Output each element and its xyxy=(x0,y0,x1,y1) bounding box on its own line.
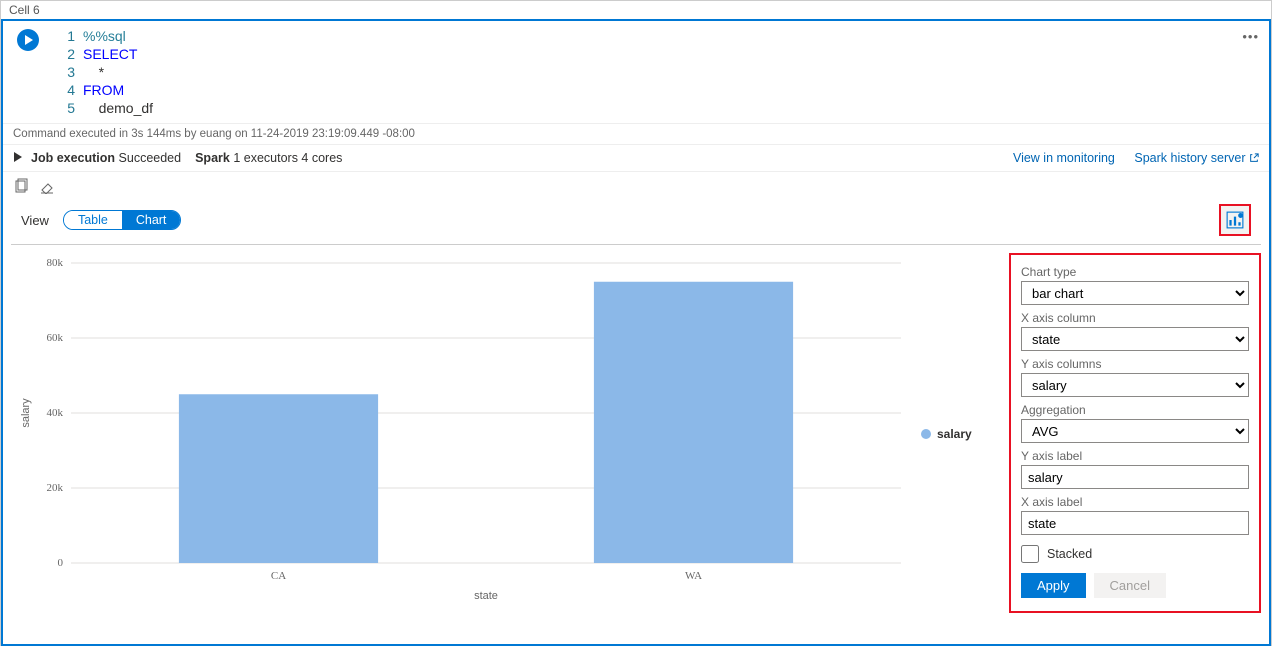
more-menu-button[interactable]: ••• xyxy=(1242,29,1259,44)
svg-text:40k: 40k xyxy=(47,407,64,419)
stacked-label: Stacked xyxy=(1047,547,1092,561)
job-execution-status: Succeeded xyxy=(119,151,182,165)
chart-area: 0 20k 40k 60k 80k CA WA state salary xyxy=(11,253,921,615)
apply-button[interactable]: Apply xyxy=(1021,573,1086,598)
view-table-tab[interactable]: Table xyxy=(64,211,122,229)
y-axis-label-label: Y axis label xyxy=(1021,449,1249,463)
svg-text:0: 0 xyxy=(58,557,64,569)
x-axis-column-label: X axis column xyxy=(1021,311,1249,325)
chart-config-icon xyxy=(1226,211,1244,229)
chart-settings-button[interactable] xyxy=(1219,204,1251,236)
y-axis-columns-select[interactable]: salary xyxy=(1021,373,1249,397)
spark-detail: 1 executors 4 cores xyxy=(233,151,342,165)
code-editor[interactable]: 1 2 3 4 5 %%sql SELECT * FROM demo_df xyxy=(3,21,1269,123)
chart-config-panel: Chart type bar chart X axis column state… xyxy=(1009,253,1261,613)
job-execution-label: Job execution xyxy=(31,151,115,165)
svg-text:salary: salary xyxy=(20,398,32,428)
erase-icon[interactable] xyxy=(39,178,55,194)
aggregation-select[interactable]: AVG xyxy=(1021,419,1249,443)
execution-status-text: Command executed in 3s 144ms by euang on… xyxy=(3,123,1269,144)
line-gutter: 1 2 3 4 5 xyxy=(53,27,83,117)
svg-text:60k: 60k xyxy=(47,332,64,344)
x-axis-label-label: X axis label xyxy=(1021,495,1249,509)
cell-title: Cell 6 xyxy=(1,1,1271,19)
expand-icon[interactable] xyxy=(13,151,23,165)
cancel-button[interactable]: Cancel xyxy=(1094,573,1166,598)
legend-marker-icon xyxy=(921,429,931,439)
view-chart-tab[interactable]: Chart xyxy=(122,211,181,229)
play-icon xyxy=(24,35,34,45)
copy-icon[interactable] xyxy=(13,178,29,194)
x-axis-label-input[interactable] xyxy=(1021,511,1249,535)
y-axis-columns-label: Y axis columns xyxy=(1021,357,1249,371)
code-content[interactable]: %%sql SELECT * FROM demo_df xyxy=(83,27,153,117)
view-toggle: Table Chart xyxy=(63,210,181,230)
legend-series-label: salary xyxy=(937,427,972,441)
job-execution-row: Job execution Succeeded Spark 1 executor… xyxy=(3,144,1269,172)
svg-text:20k: 20k xyxy=(47,482,64,494)
svg-text:80k: 80k xyxy=(47,257,64,269)
run-cell-button[interactable] xyxy=(17,29,39,51)
svg-text:CA: CA xyxy=(271,570,286,582)
svg-text:state: state xyxy=(474,590,498,602)
chart-legend: salary xyxy=(921,253,991,615)
view-in-monitoring-link[interactable]: View in monitoring xyxy=(1013,151,1115,165)
external-link-icon xyxy=(1249,153,1259,163)
spark-label: Spark xyxy=(195,151,230,165)
y-axis-label-input[interactable] xyxy=(1021,465,1249,489)
view-label: View xyxy=(21,213,49,228)
spark-history-server-link[interactable]: Spark history server xyxy=(1134,151,1259,165)
svg-text:WA: WA xyxy=(685,570,702,582)
chart-type-label: Chart type xyxy=(1021,265,1249,279)
aggregation-label: Aggregation xyxy=(1021,403,1249,417)
stacked-checkbox[interactable] xyxy=(1021,545,1039,563)
x-axis-column-select[interactable]: state xyxy=(1021,327,1249,351)
chart-type-select[interactable]: bar chart xyxy=(1021,281,1249,305)
